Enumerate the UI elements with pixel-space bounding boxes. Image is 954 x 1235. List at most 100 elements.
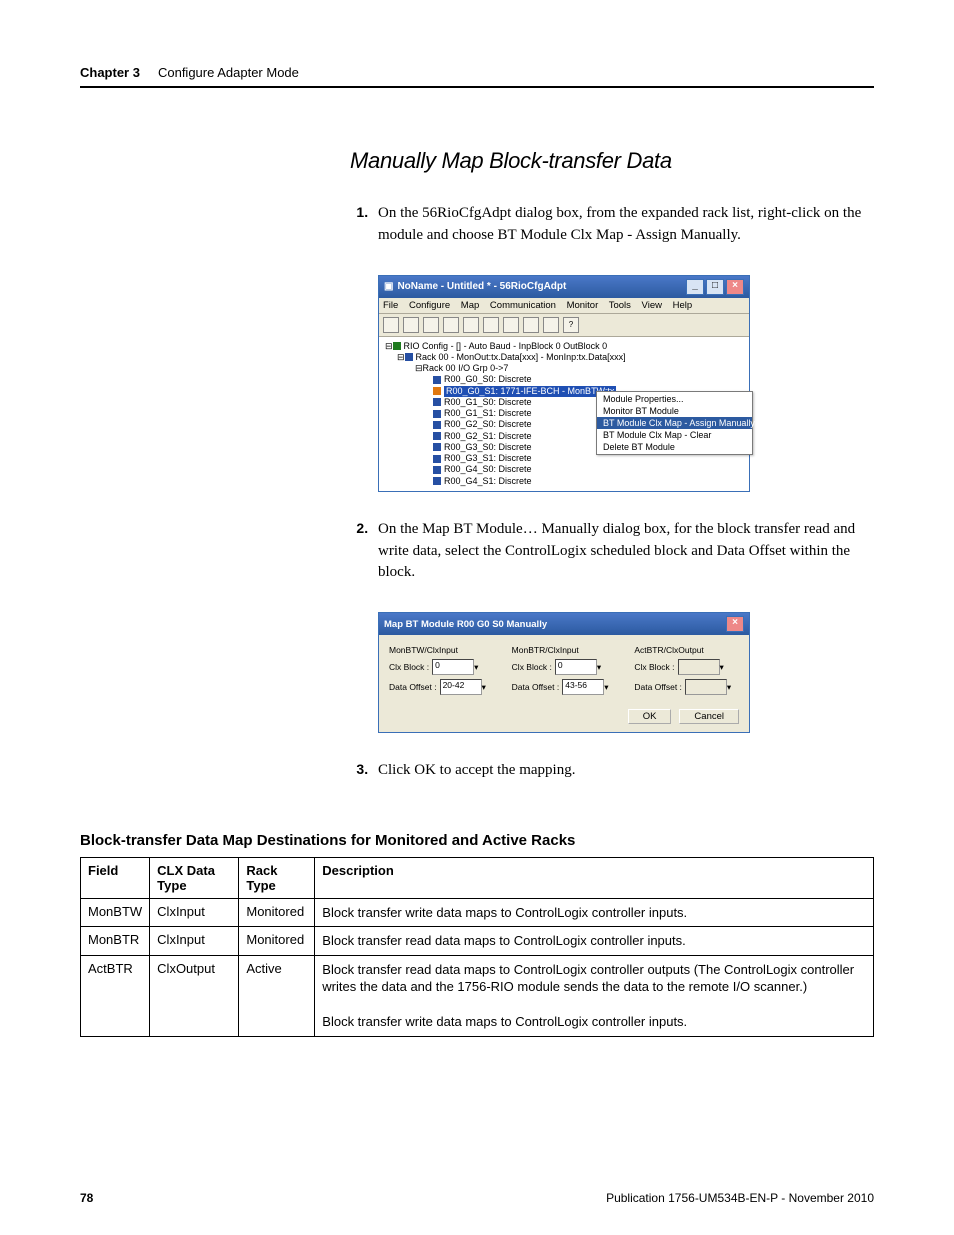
cell-field: MonBTR	[81, 927, 150, 956]
tree-item[interactable]: R00_G1_S1: Discrete	[444, 408, 532, 419]
col-heading: MonBTR/ClxInput	[512, 645, 579, 655]
data-offset-label: Data Offset :	[512, 682, 560, 692]
dropdown-icon: ▾	[727, 682, 731, 693]
tree-item[interactable]: R00_G3_S1: Discrete	[444, 453, 532, 464]
data-map-table: Field CLX Data Type Rack Type Descriptio…	[80, 857, 874, 1037]
menu-communication[interactable]: Communication	[490, 300, 556, 311]
toolbar-icon[interactable]	[523, 317, 539, 333]
chapter-label: Chapter 3	[80, 65, 140, 80]
dropdown-icon[interactable]: ▾	[482, 682, 486, 693]
page-header: Chapter 3 Configure Adapter Mode	[80, 65, 874, 88]
tree-item[interactable]: R00_G2_S0: Discrete	[444, 419, 532, 430]
cell-desc: Block transfer read data maps to Control…	[315, 955, 874, 1036]
menu-tools[interactable]: Tools	[609, 300, 631, 311]
tree-rack[interactable]: Rack 00 - MonOut:tx.Data[xxx] - MonInp:t…	[416, 352, 626, 363]
screenshot-map-dialog: Map BT Module R00 G0 S0 Manually × MonBT…	[378, 612, 874, 733]
context-menu-item-selected[interactable]: BT Module Clx Map - Assign Manually ...	[597, 417, 752, 429]
cell-field: MonBTW	[81, 898, 150, 927]
section-heading: Manually Map Block-transfer Data	[350, 148, 874, 174]
context-menu-item[interactable]: BT Module Clx Map - Clear	[597, 429, 752, 441]
steps-list: Click OK to accept the mapping.	[350, 759, 874, 782]
dropdown-icon[interactable]: ▾	[604, 682, 608, 693]
dropdown-icon[interactable]: ▾	[597, 662, 601, 673]
dropdown-icon[interactable]: ▾	[474, 662, 478, 673]
tree-root[interactable]: RIO Config - [] - Auto Baud - InpBlock 0…	[404, 341, 608, 352]
dialog-column: MonBTR/ClxInput Clx Block :0▾ Data Offse…	[512, 645, 617, 699]
tree-item[interactable]: R00_G1_S0: Discrete	[444, 397, 532, 408]
data-offset-select[interactable]: 43-56	[562, 679, 604, 695]
toolbar-icon[interactable]	[443, 317, 459, 333]
page-footer: 78 Publication 1756-UM534B-EN-P - Novemb…	[80, 1191, 874, 1205]
cell-clx: ClxOutput	[150, 955, 239, 1036]
dialog-title: Map BT Module R00 G0 S0 Manually	[384, 619, 547, 630]
minimize-button[interactable]: _	[686, 279, 704, 295]
help-icon[interactable]: ?	[563, 317, 579, 333]
tree-iogroup[interactable]: Rack 00 I/O Grp 0->7	[423, 363, 509, 374]
col-heading: ActBTR/ClxOutput	[634, 645, 703, 655]
col-desc: Description	[315, 857, 874, 898]
module-icon	[433, 398, 441, 406]
menu-help[interactable]: Help	[673, 300, 693, 311]
context-menu-item[interactable]: Monitor BT Module	[597, 405, 752, 417]
clx-block-label: Clx Block :	[512, 662, 552, 672]
module-icon	[433, 466, 441, 474]
menu-map[interactable]: Map	[461, 300, 479, 311]
cell-desc: Block transfer read data maps to Control…	[315, 927, 874, 956]
tree-item[interactable]: R00_G0_S0: Discrete	[444, 374, 532, 385]
toolbar-icon[interactable]	[383, 317, 399, 333]
menu-file[interactable]: File	[383, 300, 398, 311]
col-clx: CLX Data Type	[150, 857, 239, 898]
window-title: NoName - Untitled * - 56RioCfgAdpt	[397, 281, 566, 292]
clx-block-select[interactable]: 0	[555, 659, 597, 675]
toolbar-icon[interactable]	[483, 317, 499, 333]
data-offset-label: Data Offset :	[389, 682, 437, 692]
module-icon	[433, 443, 441, 451]
tree-item[interactable]: R00_G2_S1: Discrete	[444, 431, 532, 442]
table-row: MonBTR ClxInput Monitored Block transfer…	[81, 927, 874, 956]
ok-button[interactable]: OK	[628, 709, 672, 724]
close-button[interactable]: ×	[726, 616, 744, 632]
dropdown-icon: ▾	[720, 662, 724, 673]
tree-item[interactable]: R00_G4_S1: Discrete	[444, 476, 532, 487]
cell-field: ActBTR	[81, 955, 150, 1036]
toolbar-icon[interactable]	[463, 317, 479, 333]
toolbar-icon[interactable]	[543, 317, 559, 333]
menu-bar[interactable]: File Configure Map Communication Monitor…	[379, 298, 749, 314]
data-offset-select-disabled	[685, 679, 727, 695]
cell-rack: Monitored	[239, 898, 315, 927]
cell-rack: Active	[239, 955, 315, 1036]
clx-block-select[interactable]: 0	[432, 659, 474, 675]
toolbar: ?	[379, 314, 749, 337]
module-icon	[433, 376, 441, 384]
window-titlebar: ▣ NoName - Untitled * - 56RioCfgAdpt _ □…	[379, 276, 749, 298]
clx-block-label: Clx Block :	[389, 662, 429, 672]
menu-configure[interactable]: Configure	[409, 300, 450, 311]
maximize-button[interactable]: □	[706, 279, 724, 295]
menu-monitor[interactable]: Monitor	[567, 300, 599, 311]
publication-info: Publication 1756-UM534B-EN-P - November …	[606, 1191, 874, 1205]
context-menu-item[interactable]: Delete BT Module	[597, 441, 752, 453]
context-menu-item[interactable]: Module Properties...	[597, 393, 752, 405]
module-icon	[433, 421, 441, 429]
steps-list: On the Map BT Module… Manually dialog bo…	[350, 518, 874, 584]
cancel-button[interactable]: Cancel	[679, 709, 739, 724]
rio-config-icon	[393, 342, 401, 350]
toolbar-icon[interactable]	[423, 317, 439, 333]
cell-desc: Block transfer write data maps to Contro…	[315, 898, 874, 927]
table-row: MonBTW ClxInput Monitored Block transfer…	[81, 898, 874, 927]
close-button[interactable]: ×	[726, 279, 744, 295]
module-icon	[433, 477, 441, 485]
dialog-titlebar: Map BT Module R00 G0 S0 Manually ×	[379, 613, 749, 635]
context-menu[interactable]: Module Properties... Monitor BT Module B…	[596, 391, 753, 455]
page-number: 78	[80, 1191, 93, 1205]
toolbar-icon[interactable]	[403, 317, 419, 333]
tree-item[interactable]: R00_G3_S0: Discrete	[444, 442, 532, 453]
tree-item-selected[interactable]: R00_G0_S1: 1771-IFE-BCH - MonBTW:tx	[444, 386, 616, 397]
steps-list: On the 56RioCfgAdpt dialog box, from the…	[350, 202, 874, 247]
data-offset-select[interactable]: 20-42	[440, 679, 482, 695]
module-icon	[433, 410, 441, 418]
toolbar-icon[interactable]	[503, 317, 519, 333]
app-icon: ▣	[384, 281, 393, 292]
menu-view[interactable]: View	[642, 300, 662, 311]
tree-item[interactable]: R00_G4_S0: Discrete	[444, 464, 532, 475]
